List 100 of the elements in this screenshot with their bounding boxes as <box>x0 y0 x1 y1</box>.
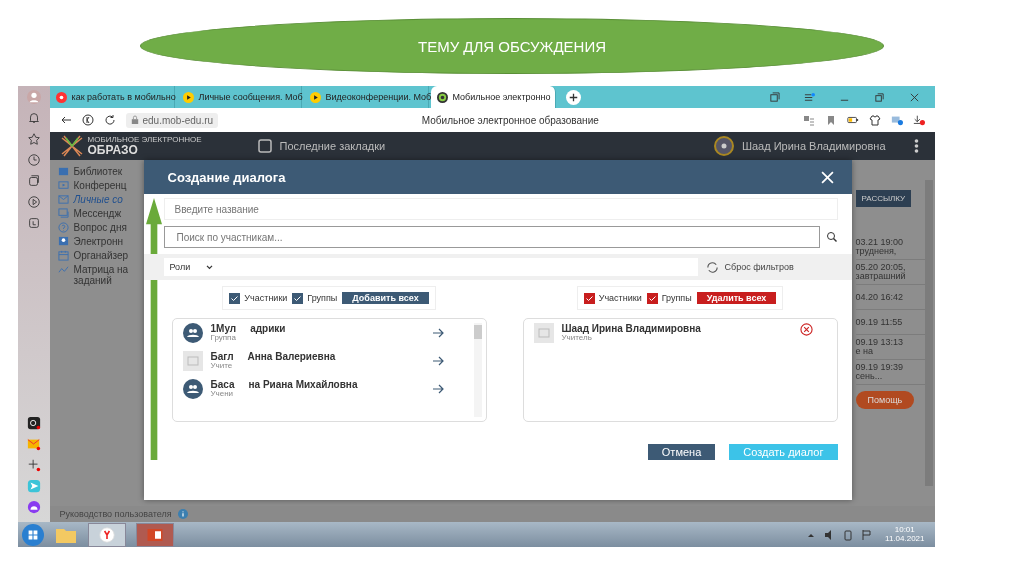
info-icon[interactable] <box>177 509 188 519</box>
roles-dropdown[interactable]: Роли <box>163 258 698 276</box>
message-preview: сень... <box>855 372 884 381</box>
filter-checkbox[interactable]: Участники <box>229 292 288 304</box>
person-name: на Риана Михайловна <box>248 379 358 391</box>
message-preview: е на <box>855 347 874 356</box>
person-name: Багл <box>210 351 234 363</box>
assistant-icon[interactable] <box>26 500 41 514</box>
chat-icon <box>57 208 69 219</box>
presentation-icon <box>145 526 164 543</box>
user-name[interactable]: Шаад Ирина Владимировна <box>741 140 886 152</box>
remove-all-button[interactable]: Удалить всех <box>696 292 777 304</box>
logo-icon <box>59 134 84 158</box>
person-name: 1Мул <box>210 323 237 334</box>
menu-item[interactable]: Вопрос дня <box>57 222 144 233</box>
collections-icon[interactable] <box>26 174 41 188</box>
calendar-icon <box>57 250 69 261</box>
translate-icon[interactable] <box>802 114 815 126</box>
search-engine-icon <box>55 91 67 103</box>
menu-item[interactable]: Конференц <box>57 180 144 191</box>
tabs-icon[interactable] <box>768 91 780 103</box>
reset-filters-button[interactable]: Сброс фильтров <box>705 260 794 274</box>
menu-item[interactable]: Органайзер <box>57 250 144 261</box>
arrow-right-icon[interactable] <box>431 328 444 338</box>
yandex-icon[interactable] <box>81 114 94 126</box>
name-field[interactable]: Введите название <box>163 198 838 220</box>
bookmarks-link[interactable]: Последние закладки <box>279 140 386 152</box>
new-tab-icon[interactable] <box>565 89 581 105</box>
caret-icon <box>206 264 214 270</box>
menu-item[interactable]: Библиотек <box>57 166 144 177</box>
star-icon[interactable] <box>26 132 41 146</box>
user-avatar-icon[interactable] <box>713 136 734 156</box>
person-name: адрики <box>250 323 286 335</box>
slide-title: ТЕМУ ДЛЯ ОБСУЖДЕНИЯ <box>418 37 606 55</box>
play-icon <box>182 91 194 103</box>
logo-title: ОБРАЗО <box>87 144 139 156</box>
browser-tab[interactable]: Мобильное электронно <box>430 86 556 108</box>
screen-icon <box>57 180 69 191</box>
filter-checkbox[interactable]: Участники <box>583 292 642 304</box>
filter-checkbox[interactable]: Группы <box>646 292 692 304</box>
arrow-right-icon[interactable] <box>431 384 444 394</box>
checkbox[interactable] <box>229 292 241 304</box>
picture-icon[interactable] <box>890 114 903 126</box>
plus-icon[interactable] <box>26 458 41 472</box>
lock-icon <box>130 115 139 125</box>
calendar-icon[interactable] <box>26 216 41 230</box>
message-date: 09.19 13:13 <box>855 338 905 347</box>
search-icon[interactable] <box>825 231 838 243</box>
chart-icon <box>57 264 69 275</box>
menu-item[interactable]: Мессендж <box>57 208 144 219</box>
help-button[interactable]: Помощь <box>855 391 915 409</box>
camera-app-icon[interactable] <box>26 416 41 430</box>
battery-icon[interactable] <box>846 114 859 126</box>
checkbox[interactable] <box>292 292 304 304</box>
scrollbar[interactable] <box>473 323 482 417</box>
image-placeholder-icon <box>182 351 203 371</box>
message-date: 04.20 16:42 <box>855 292 905 302</box>
bell-icon[interactable] <box>26 111 41 125</box>
menu-item[interactable]: Электронн <box>57 236 144 247</box>
remove-icon[interactable] <box>799 323 813 336</box>
clock-icon[interactable] <box>26 153 41 167</box>
message-preview: трудненя, <box>855 247 898 256</box>
person-name: Шаад Ирина Владимировна <box>561 323 702 334</box>
mail-app-icon[interactable] <box>26 437 41 451</box>
add-all-button[interactable]: Добавить всех <box>342 292 429 304</box>
person-role: Учени <box>210 390 235 399</box>
message-date: 09.19 19:39 <box>855 363 905 372</box>
clock-date: 11.04.2021 <box>885 534 925 544</box>
image-placeholder-icon <box>533 323 554 343</box>
menu-item[interactable]: Матрица на заданий <box>57 264 144 286</box>
reload-icon[interactable] <box>103 114 116 126</box>
play-icon <box>309 91 321 103</box>
menu-icon[interactable] <box>803 91 815 103</box>
person-icon <box>57 236 69 247</box>
shirt-icon[interactable] <box>868 114 881 126</box>
clock-time: 10:01 <box>894 525 915 535</box>
search-field[interactable]: Поиск по участникам... <box>163 226 820 248</box>
page-title: Мобильное электронное образование <box>420 114 600 126</box>
back-icon[interactable] <box>59 114 72 126</box>
presentation-taskbar-button[interactable] <box>135 522 174 547</box>
bookmark-square-icon[interactable] <box>257 139 272 153</box>
envelope-icon <box>57 194 69 205</box>
restore-icon[interactable] <box>873 91 885 103</box>
start-button-icon[interactable] <box>21 523 44 546</box>
message-date: 09.19 11:55 <box>855 317 904 327</box>
browser-taskbar-button[interactable] <box>87 522 126 547</box>
address-field[interactable]: edu.mob-edu.ru <box>125 112 219 128</box>
site-logo-icon <box>436 91 448 103</box>
more-icon[interactable] <box>913 138 919 154</box>
mailing-button[interactable]: РАССЫЛКУ <box>855 190 912 207</box>
close-icon[interactable] <box>908 91 920 103</box>
cancel-button[interactable]: Отмена <box>647 444 716 460</box>
message-date: 05.20 20:05, <box>855 263 907 272</box>
checkbox[interactable] <box>646 292 658 304</box>
filter-checkbox[interactable]: Группы <box>292 292 338 304</box>
person-name: Баса <box>210 379 235 391</box>
checkbox[interactable] <box>583 292 595 304</box>
arrow-right-icon[interactable] <box>431 356 444 366</box>
play-icon[interactable] <box>26 195 41 209</box>
download-icon[interactable] <box>912 114 925 126</box>
